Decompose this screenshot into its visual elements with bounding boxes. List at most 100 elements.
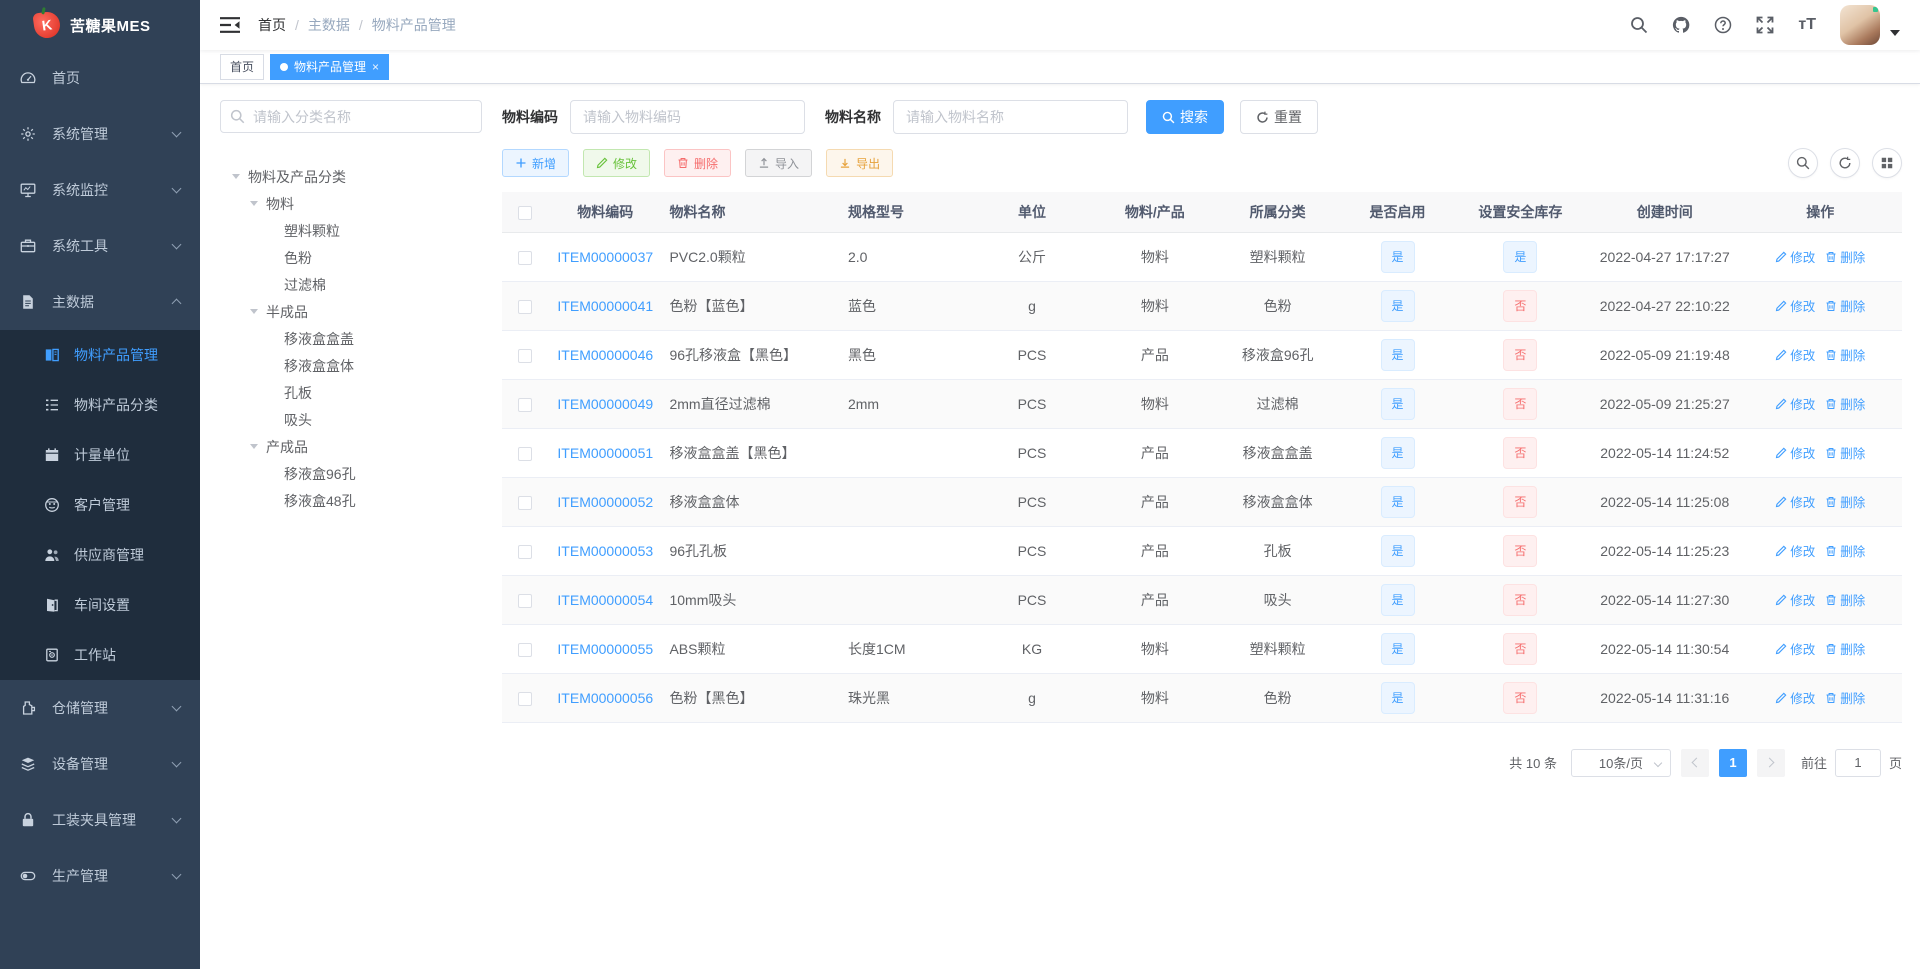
tree-search-input[interactable] bbox=[220, 100, 482, 133]
import-button[interactable]: 导入 bbox=[745, 149, 813, 177]
row-checkbox[interactable] bbox=[517, 250, 532, 265]
breadcrumb-home[interactable]: 首页 bbox=[258, 15, 286, 35]
sidebar-item-设备管理[interactable]: 设备管理 bbox=[0, 736, 200, 792]
item-code-link[interactable]: ITEM00000049 bbox=[557, 396, 653, 412]
row-delete-link[interactable]: 删除 bbox=[1825, 345, 1865, 364]
sidebar-item-工作站[interactable]: 工作站 bbox=[0, 630, 200, 680]
tree-node-色粉[interactable]: 色粉 bbox=[220, 244, 482, 271]
tree-node-过滤棉[interactable]: 过滤棉 bbox=[220, 271, 482, 298]
breadcrumb-parent[interactable]: 主数据 bbox=[308, 15, 350, 35]
toggle-search-button[interactable] bbox=[1788, 148, 1818, 178]
item-code-link[interactable]: ITEM00000055 bbox=[557, 641, 653, 657]
user-avatar[interactable] bbox=[1840, 5, 1880, 45]
row-checkbox[interactable] bbox=[517, 593, 532, 608]
user-menu[interactable] bbox=[1840, 5, 1900, 45]
goto-page-input[interactable] bbox=[1834, 748, 1881, 777]
sidebar-item-计量单位[interactable]: 计量单位 bbox=[0, 430, 200, 480]
tree-node-移液盒48孔[interactable]: 移液盒48孔 bbox=[220, 487, 482, 514]
sidebar-item-首页[interactable]: 首页 bbox=[0, 50, 200, 106]
tree-node-移液盒96孔[interactable]: 移液盒96孔 bbox=[220, 460, 482, 487]
row-edit-link[interactable]: 修改 bbox=[1775, 394, 1815, 413]
select-all-checkbox[interactable] bbox=[517, 205, 532, 220]
row-checkbox[interactable] bbox=[517, 299, 532, 314]
caret-down-icon[interactable] bbox=[228, 170, 244, 183]
help-icon[interactable] bbox=[1714, 16, 1732, 34]
tree-node-移液盒盒盖[interactable]: 移液盒盒盖 bbox=[220, 325, 482, 352]
row-checkbox[interactable] bbox=[517, 495, 532, 510]
row-edit-link[interactable]: 修改 bbox=[1775, 345, 1815, 364]
row-delete-link[interactable]: 删除 bbox=[1825, 492, 1865, 511]
search-icon[interactable] bbox=[1630, 16, 1648, 34]
fullscreen-icon[interactable] bbox=[1756, 16, 1774, 34]
row-delete-link[interactable]: 删除 bbox=[1825, 247, 1865, 266]
sidebar-item-客户管理[interactable]: 客户管理 bbox=[0, 480, 200, 530]
item-code-link[interactable]: ITEM00000051 bbox=[557, 445, 653, 461]
tab-material-management[interactable]: 物料产品管理 × bbox=[270, 53, 390, 80]
row-delete-link[interactable]: 删除 bbox=[1825, 394, 1865, 413]
refresh-table-button[interactable] bbox=[1830, 148, 1860, 178]
edit-button[interactable]: 修改 bbox=[583, 149, 651, 177]
reset-button[interactable]: 重置 bbox=[1240, 100, 1318, 134]
row-edit-link[interactable]: 修改 bbox=[1775, 296, 1815, 315]
tree-node-物料[interactable]: 物料 bbox=[220, 190, 482, 217]
caret-down-icon[interactable] bbox=[246, 197, 262, 210]
tree-node-吸头[interactable]: 吸头 bbox=[220, 406, 482, 433]
tab-home[interactable]: 首页 bbox=[220, 53, 265, 80]
tree-node-塑料颗粒[interactable]: 塑料颗粒 bbox=[220, 217, 482, 244]
material-code-input[interactable] bbox=[570, 100, 805, 134]
row-edit-link[interactable]: 修改 bbox=[1775, 247, 1815, 266]
sidebar-item-系统工具[interactable]: 系统工具 bbox=[0, 218, 200, 274]
item-code-link[interactable]: ITEM00000054 bbox=[557, 592, 653, 608]
github-icon[interactable] bbox=[1672, 16, 1690, 34]
row-edit-link[interactable]: 修改 bbox=[1775, 639, 1815, 658]
caret-down-icon[interactable] bbox=[246, 305, 262, 318]
search-button[interactable]: 搜索 bbox=[1146, 100, 1224, 134]
row-edit-link[interactable]: 修改 bbox=[1775, 590, 1815, 609]
sidebar-item-主数据[interactable]: 主数据 bbox=[0, 274, 200, 330]
add-button[interactable]: 新增 bbox=[502, 149, 570, 177]
tree-node-产成品[interactable]: 产成品 bbox=[220, 433, 482, 460]
tree-node-物料及产品分类[interactable]: 物料及产品分类 bbox=[220, 163, 482, 190]
next-page-button[interactable] bbox=[1756, 748, 1785, 777]
tree-node-半成品[interactable]: 半成品 bbox=[220, 298, 482, 325]
sidebar-item-车间设置[interactable]: 车间设置 bbox=[0, 580, 200, 630]
row-checkbox[interactable] bbox=[517, 691, 532, 706]
sidebar-item-系统监控[interactable]: 系统监控 bbox=[0, 162, 200, 218]
item-code-link[interactable]: ITEM00000056 bbox=[557, 690, 653, 706]
row-edit-link[interactable]: 修改 bbox=[1775, 541, 1815, 560]
row-checkbox[interactable] bbox=[517, 544, 532, 559]
row-edit-link[interactable]: 修改 bbox=[1775, 688, 1815, 707]
sidebar-item-系统管理[interactable]: 系统管理 bbox=[0, 106, 200, 162]
delete-button[interactable]: 删除 bbox=[664, 149, 732, 177]
row-delete-link[interactable]: 删除 bbox=[1825, 541, 1865, 560]
tree-node-移液盒盒体[interactable]: 移液盒盒体 bbox=[220, 352, 482, 379]
sidebar-collapse-icon[interactable] bbox=[220, 17, 240, 33]
prev-page-button[interactable] bbox=[1680, 748, 1709, 777]
page-size-select[interactable]: 10条/页 bbox=[1570, 748, 1671, 777]
sidebar-item-仓储管理[interactable]: 仓储管理 bbox=[0, 680, 200, 736]
material-name-input[interactable] bbox=[893, 100, 1128, 134]
export-button[interactable]: 导出 bbox=[826, 149, 894, 177]
page-number-1[interactable]: 1 bbox=[1718, 748, 1747, 777]
caret-down-icon[interactable] bbox=[246, 440, 262, 453]
row-delete-link[interactable]: 删除 bbox=[1825, 688, 1865, 707]
row-delete-link[interactable]: 删除 bbox=[1825, 296, 1865, 315]
row-checkbox[interactable] bbox=[517, 348, 532, 363]
item-code-link[interactable]: ITEM00000046 bbox=[557, 347, 653, 363]
sidebar-item-供应商管理[interactable]: 供应商管理 bbox=[0, 530, 200, 580]
row-delete-link[interactable]: 删除 bbox=[1825, 443, 1865, 462]
font-size-icon[interactable]: тT bbox=[1798, 17, 1816, 33]
sidebar-item-物料产品分类[interactable]: 物料产品分类 bbox=[0, 380, 200, 430]
row-delete-link[interactable]: 删除 bbox=[1825, 639, 1865, 658]
row-checkbox[interactable] bbox=[517, 446, 532, 461]
sidebar-item-工装夹具管理[interactable]: 工装夹具管理 bbox=[0, 792, 200, 848]
column-setting-button[interactable] bbox=[1872, 148, 1902, 178]
row-edit-link[interactable]: 修改 bbox=[1775, 443, 1815, 462]
row-delete-link[interactable]: 删除 bbox=[1825, 590, 1865, 609]
item-code-link[interactable]: ITEM00000053 bbox=[557, 543, 653, 559]
tree-node-孔板[interactable]: 孔板 bbox=[220, 379, 482, 406]
item-code-link[interactable]: ITEM00000052 bbox=[557, 494, 653, 510]
sidebar-item-生产管理[interactable]: 生产管理 bbox=[0, 848, 200, 904]
row-checkbox[interactable] bbox=[517, 397, 532, 412]
row-edit-link[interactable]: 修改 bbox=[1775, 492, 1815, 511]
